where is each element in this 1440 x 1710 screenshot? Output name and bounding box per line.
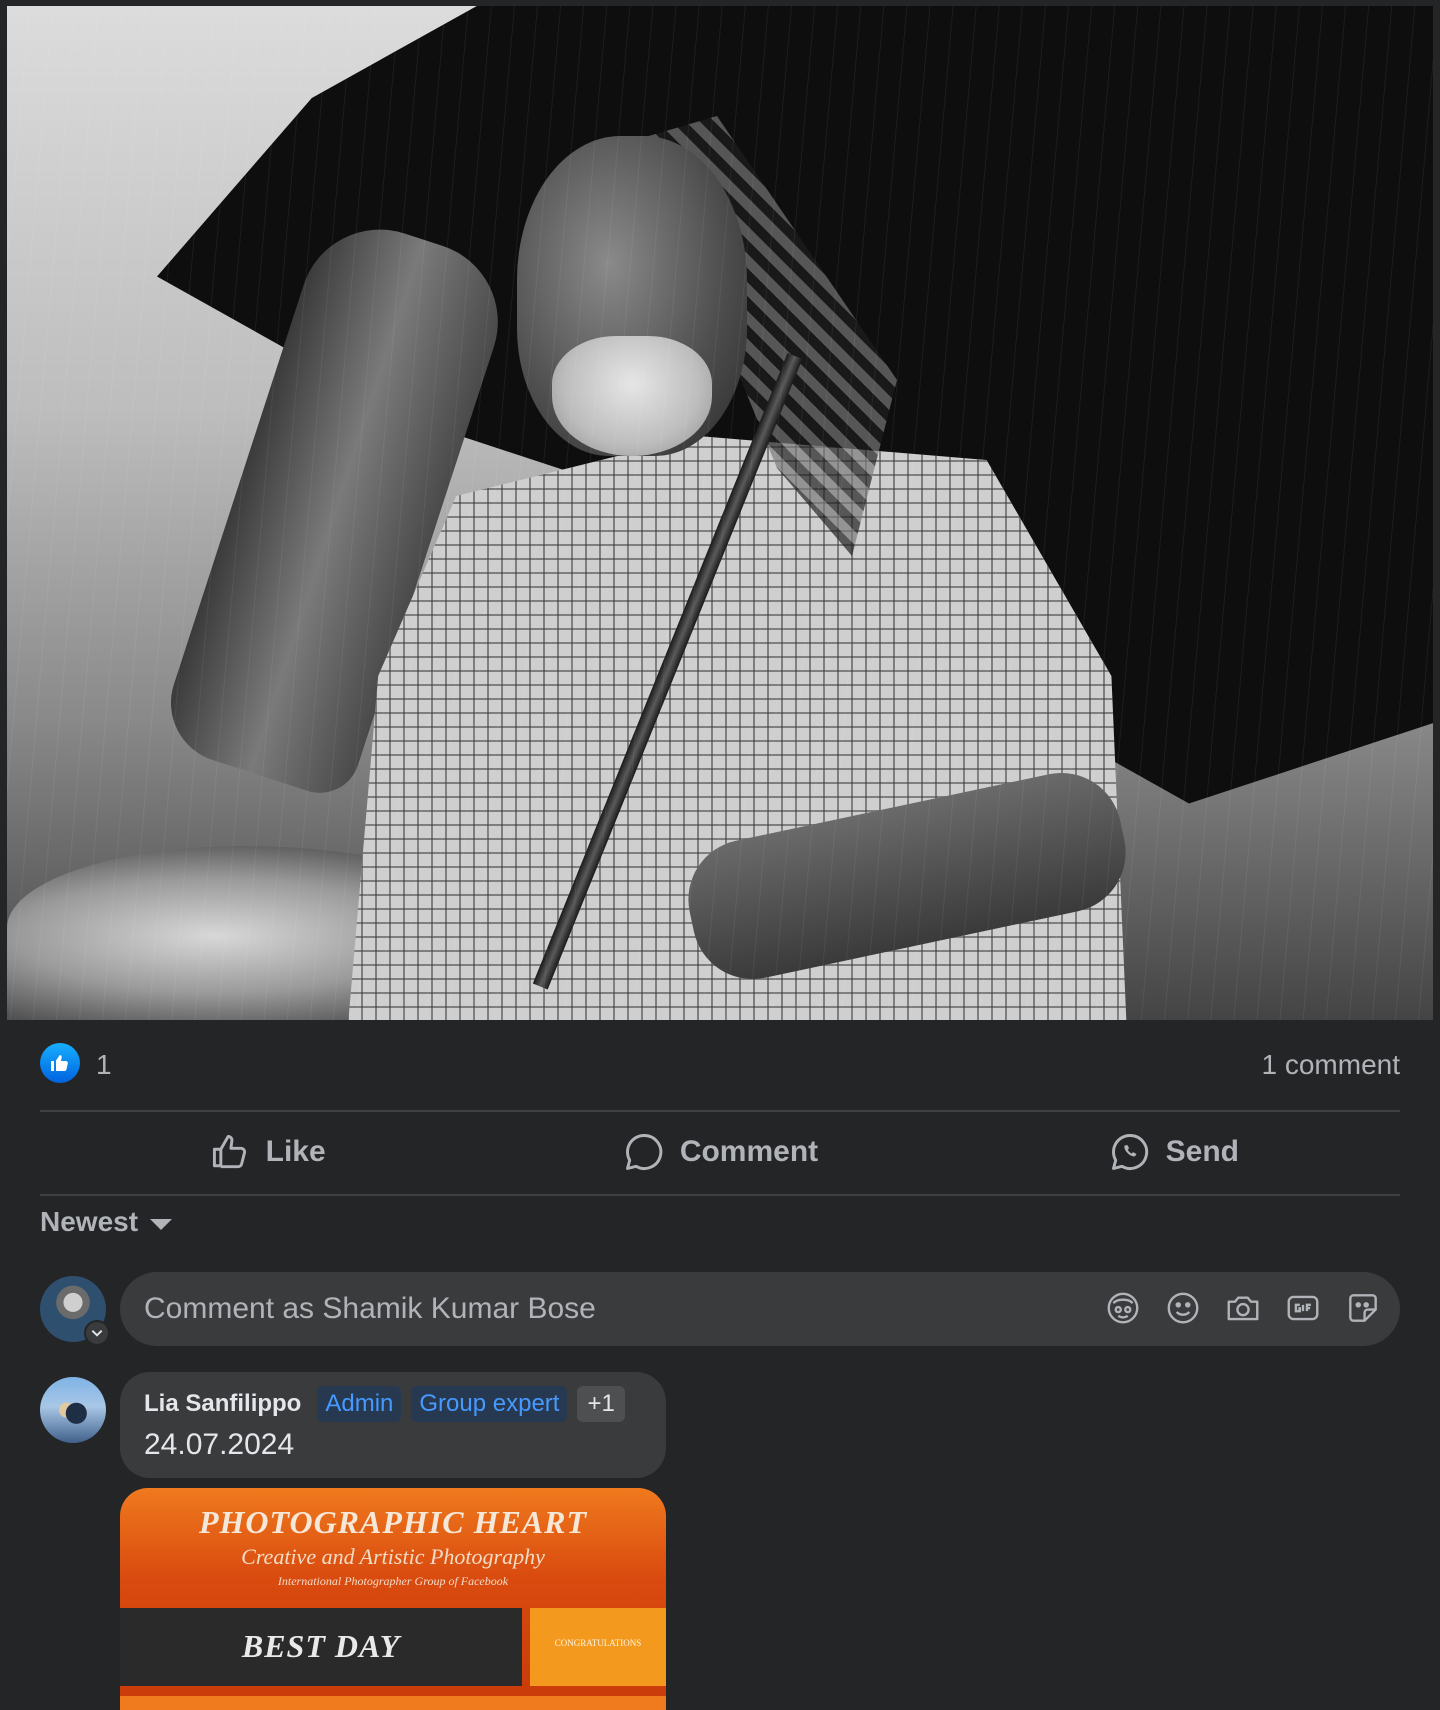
comment-input[interactable] bbox=[144, 1272, 1104, 1346]
avatar-sticker-icon[interactable] bbox=[1104, 1289, 1142, 1327]
post-photo[interactable] bbox=[7, 6, 1433, 1020]
comment-text: 24.07.2024 bbox=[144, 1428, 295, 1461]
composer-toolbar bbox=[1104, 1289, 1382, 1327]
award-band-label: BEST DAY bbox=[241, 1628, 401, 1664]
like-count[interactable]: 1 bbox=[96, 1049, 112, 1081]
award-tagline: International Photographer Group of Face… bbox=[277, 1574, 509, 1588]
send-label: Send bbox=[1165, 1135, 1239, 1168]
comment-button[interactable]: Comment bbox=[493, 1112, 946, 1192]
comment-author[interactable]: Lia Sanfilippo bbox=[144, 1390, 301, 1418]
award-tag-label: CONGRATULATIONS bbox=[554, 1638, 642, 1648]
like-label: Like bbox=[265, 1135, 326, 1168]
award-subtitle: Creative and Artistic Photography bbox=[241, 1544, 545, 1569]
comment-composer bbox=[120, 1272, 1400, 1346]
gif-icon[interactable] bbox=[1284, 1289, 1322, 1327]
reactions-row: 1 1 comment bbox=[40, 1040, 1400, 1084]
comment-attached-image[interactable]: PHOTOGRAPHIC HEART Creative and Artistic… bbox=[120, 1488, 666, 1710]
camera-icon[interactable] bbox=[1224, 1289, 1262, 1327]
sticker-icon[interactable] bbox=[1344, 1289, 1382, 1327]
chevron-down-icon[interactable] bbox=[84, 1320, 110, 1346]
award-bottom-strip bbox=[120, 1696, 666, 1710]
whatsapp-icon bbox=[1111, 1134, 1148, 1170]
like-button[interactable]: Like bbox=[40, 1112, 493, 1192]
action-bar: Like Comment Send bbox=[40, 1112, 1400, 1192]
speech-bubble-icon bbox=[625, 1134, 663, 1170]
comment-author-row: Lia Sanfilippo Admin Group expert +1 bbox=[144, 1386, 625, 1422]
thumbs-up-icon bbox=[212, 1134, 246, 1169]
comment-label: Comment bbox=[679, 1135, 819, 1168]
comment-bubble: Lia Sanfilippo Admin Group expert +1 24.… bbox=[120, 1372, 666, 1478]
photo-rain bbox=[7, 6, 1433, 1020]
caret-down-icon bbox=[150, 1218, 173, 1230]
send-button[interactable]: Send bbox=[947, 1112, 1400, 1192]
avatar[interactable] bbox=[40, 1377, 106, 1443]
sort-label: Newest bbox=[40, 1206, 139, 1237]
award-title: PHOTOGRAPHIC HEART bbox=[198, 1504, 588, 1540]
comment-sort-dropdown[interactable]: Newest bbox=[40, 1206, 173, 1238]
divider bbox=[40, 1194, 1400, 1196]
more-badges-button[interactable]: +1 bbox=[577, 1386, 625, 1422]
group-expert-badge[interactable]: Group expert bbox=[411, 1386, 568, 1422]
comment-count[interactable]: 1 comment bbox=[1262, 1049, 1401, 1081]
post-card: 1 1 comment Like Comment Send Newest Com… bbox=[0, 0, 1440, 1710]
admin-badge[interactable]: Admin bbox=[317, 1386, 402, 1422]
like-thumb-icon[interactable] bbox=[40, 1043, 80, 1083]
emoji-icon[interactable] bbox=[1164, 1289, 1202, 1327]
